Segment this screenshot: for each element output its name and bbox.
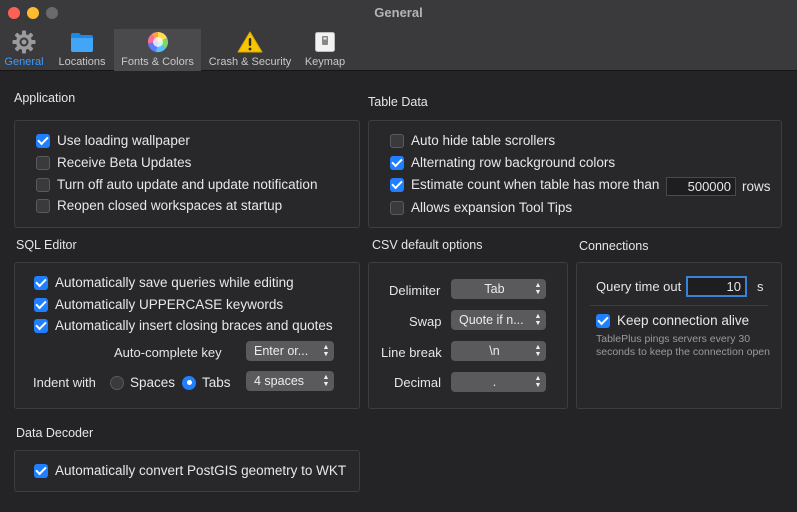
data-decoder-section-title: Data Decoder [16,426,94,440]
uppercase-keywords-checkbox[interactable]: Automatically UPPERCASE keywords [34,297,283,312]
color-wheel-icon [144,29,172,55]
tab-fonts-colors[interactable]: Fonts & Colors [114,29,201,71]
checkbox[interactable] [36,177,50,192]
checkbox-label: Estimate count when table has more than [411,177,660,192]
checkbox[interactable] [390,133,404,148]
radio-label: Spaces [130,375,176,390]
checkbox-label: Automatically UPPERCASE keywords [55,297,284,312]
popup-value: Quote if n... [459,313,524,327]
reopen-workspaces-checkbox[interactable]: Reopen closed workspaces at startup [36,198,282,213]
checkbox[interactable] [36,133,50,148]
tab-general-label: General [4,56,44,68]
timeout-unit-label: s [757,279,764,294]
tab-general[interactable]: General [2,29,46,71]
rows-suffix-label: rows [742,179,771,194]
checkbox-label: Allows expansion Tool Tips [411,200,573,215]
tab-crash-security[interactable]: Crash & Security [206,29,294,71]
receive-beta-updates-checkbox[interactable]: Receive Beta Updates [36,155,191,170]
indent-size-popup[interactable]: 4 spaces ▲ ▼ [246,371,334,391]
swap-label: Swap [409,314,442,329]
window-title: General [374,5,423,20]
radio-button[interactable] [182,375,196,390]
popup-value: \n [489,344,500,358]
checkbox-label: Keep connection alive [617,313,750,328]
decimal-popup[interactable]: . ▲ ▼ [451,372,546,392]
tab-fonts-colors-label: Fonts & Colors [121,56,194,68]
csv-section-title: CSV default options [372,238,483,252]
checkbox[interactable] [390,177,404,192]
popup-value: Enter or... [254,344,309,358]
auto-hide-scrollers-checkbox[interactable]: Auto hide table scrollers [390,133,555,148]
indent-tabs-radio[interactable]: Tabs [182,375,231,390]
closing-braces-checkbox[interactable]: Automatically insert closing braces and … [34,318,333,333]
autosave-queries-checkbox[interactable]: Automatically save queries while editing [34,275,294,290]
checkbox[interactable] [34,318,48,333]
connections-section-title: Connections [579,239,649,253]
keep-connection-alive-checkbox[interactable]: Keep connection alive [596,313,749,328]
checkbox-label: Turn off auto update and update notifica… [57,177,318,192]
checkbox[interactable] [390,155,404,170]
delimiter-label: Delimiter [389,283,441,298]
up-down-chevron-icon: ▲ ▼ [534,282,542,296]
line-break-popup[interactable]: \n ▲ ▼ [451,341,546,361]
divider [590,305,768,306]
radio-button[interactable] [110,375,124,390]
checkbox-label: Auto hide table scrollers [411,133,556,148]
up-down-chevron-icon: ▲ ▼ [534,344,542,358]
warning-icon [236,29,264,55]
gear-icon [10,29,38,55]
decimal-label: Decimal [394,375,441,390]
radio-label: Tabs [202,375,231,390]
tab-locations[interactable]: Locations [56,29,108,71]
tab-locations-label: Locations [58,56,106,68]
turn-off-auto-update-checkbox[interactable]: Turn off auto update and update notifica… [36,177,317,192]
up-down-chevron-icon: ▲ ▼ [534,313,542,327]
popup-value: . [492,375,497,389]
row-count-input[interactable]: 500000 [666,177,736,196]
checkbox-label: Receive Beta Updates [57,155,192,170]
checkbox-label: Use loading wallpaper [57,133,190,148]
checkbox-label: Automatically insert closing braces and … [55,318,333,333]
delimiter-popup[interactable]: Tab ▲ ▼ [451,279,546,299]
popup-value: 4 spaces [254,374,305,388]
checkbox[interactable] [36,155,50,170]
checkbox[interactable] [34,297,48,312]
up-down-chevron-icon: ▲ ▼ [322,374,330,388]
checkbox-label: Automatically save queries while editing [55,275,294,290]
checkbox[interactable] [390,200,404,215]
checkbox-label: Alternating row background colors [411,155,616,170]
keep-alive-note: TablePlus pings servers every 30 seconds… [596,333,770,358]
autocomplete-key-popup[interactable]: Enter or... ▲ ▼ [246,341,334,361]
query-timeout-label: Query time out [596,279,682,294]
up-down-chevron-icon: ▲ ▼ [322,344,330,358]
convert-postgis-checkbox[interactable]: Automatically convert PostGIS geometry t… [34,463,346,478]
checkbox[interactable] [34,275,48,290]
application-section-title: Application [14,91,76,105]
autocomplete-key-label: Auto-complete key [114,345,222,360]
query-timeout-input[interactable]: 10 [686,276,747,297]
indent-with-label: Indent with [33,375,96,390]
alternating-row-colors-checkbox[interactable]: Alternating row background colors [390,155,615,170]
indent-spaces-radio[interactable]: Spaces [110,375,175,390]
sql-editor-section-title: SQL Editor [16,238,77,252]
up-down-chevron-icon: ▲ ▼ [534,375,542,389]
checkbox[interactable] [596,313,610,328]
popup-value: Tab [484,282,505,296]
tab-keymap-label: Keymap [304,56,346,68]
line-break-label: Line break [381,345,442,360]
checkbox[interactable] [36,198,50,213]
window-toolbar: General General Locations Fonts & Colors… [0,0,797,71]
checkbox-label: Automatically convert PostGIS geometry t… [55,463,347,478]
keyboard-key-icon [311,29,339,55]
use-loading-wallpaper-checkbox[interactable]: Use loading wallpaper [36,133,190,148]
checkbox[interactable] [34,463,48,478]
swap-popup[interactable]: Quote if n... ▲ ▼ [451,310,546,330]
estimate-count-checkbox[interactable]: Estimate count when table has more than [390,177,659,192]
tab-keymap[interactable]: Keymap [302,29,348,71]
folder-icon [68,29,96,55]
allow-expansion-tooltips-checkbox[interactable]: Allows expansion Tool Tips [390,200,572,215]
table-data-section-title: Table Data [368,95,428,109]
checkbox-label: Reopen closed workspaces at startup [57,198,283,213]
tab-crash-security-label: Crash & Security [208,56,292,68]
